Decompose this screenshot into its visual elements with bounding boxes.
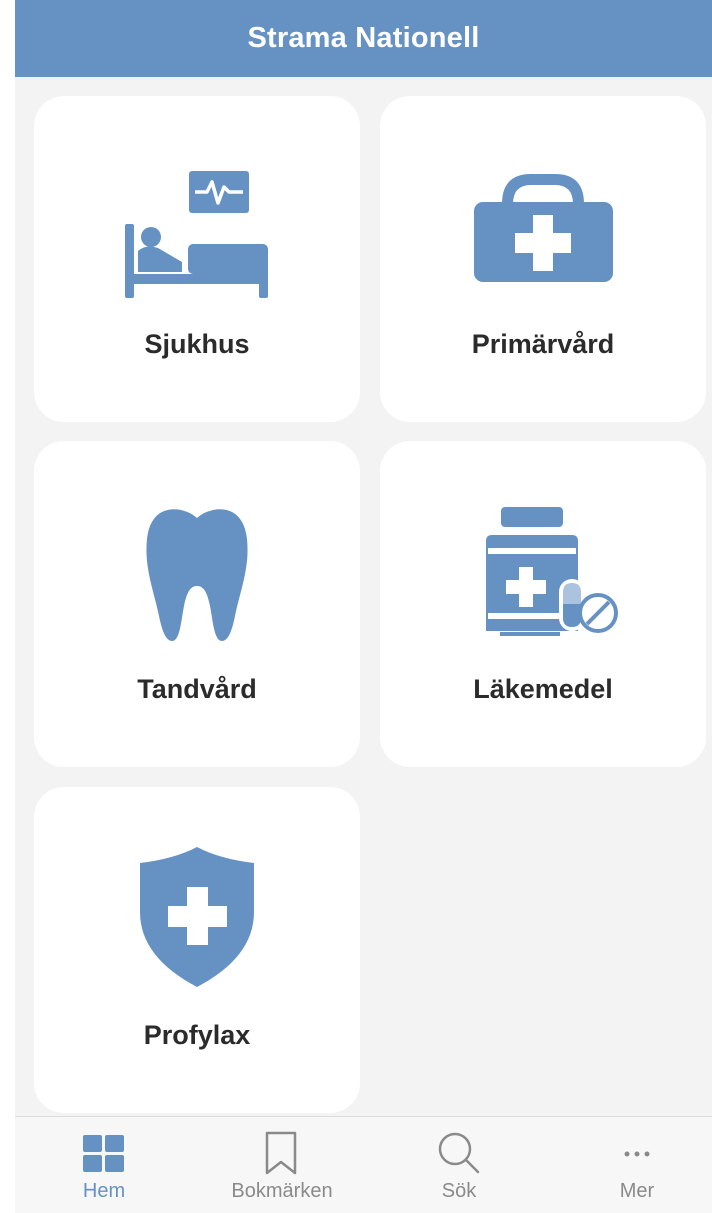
bottom-tab-bar: Hem Bokmärken Sök Mer [15,1116,712,1213]
tooth-icon [146,509,248,641]
tab-label: Bokmärken [231,1180,333,1202]
shield-cross-icon [140,847,254,987]
category-label: Tandvård [137,674,257,704]
category-label: Primärvård [471,329,615,359]
category-label: Läkemedel [473,674,613,704]
app-screen: Strama Nationell Sjukhus Primärvård Tand… [15,0,712,1213]
tab-hem[interactable]: Hem [17,1117,191,1213]
category-card-profylax[interactable]: Profylax [34,787,360,1113]
medicine-bottle-icon [486,507,618,636]
category-card-primarvard[interactable]: Primärvård [380,96,706,422]
tab-sok[interactable]: Sök [372,1117,546,1213]
tab-label: Sök [441,1180,477,1202]
category-card-sjukhus[interactable]: Sjukhus [34,96,360,422]
tab-label: Mer [619,1180,655,1202]
app-header: Strama Nationell [15,0,712,77]
tab-mer[interactable]: Mer [550,1117,712,1213]
category-label: Profylax [143,1020,251,1050]
page-title: Strama Nationell [247,22,480,54]
medical-bag-icon [474,174,613,282]
tab-label: Hem [82,1180,126,1202]
hospital-bed-icon [125,171,268,298]
category-label: Sjukhus [144,329,250,359]
category-card-lakemedel[interactable]: Läkemedel [380,441,706,767]
category-card-tandvard[interactable]: Tandvård [34,441,360,767]
tab-bokmarken[interactable]: Bokmärken [195,1117,369,1213]
